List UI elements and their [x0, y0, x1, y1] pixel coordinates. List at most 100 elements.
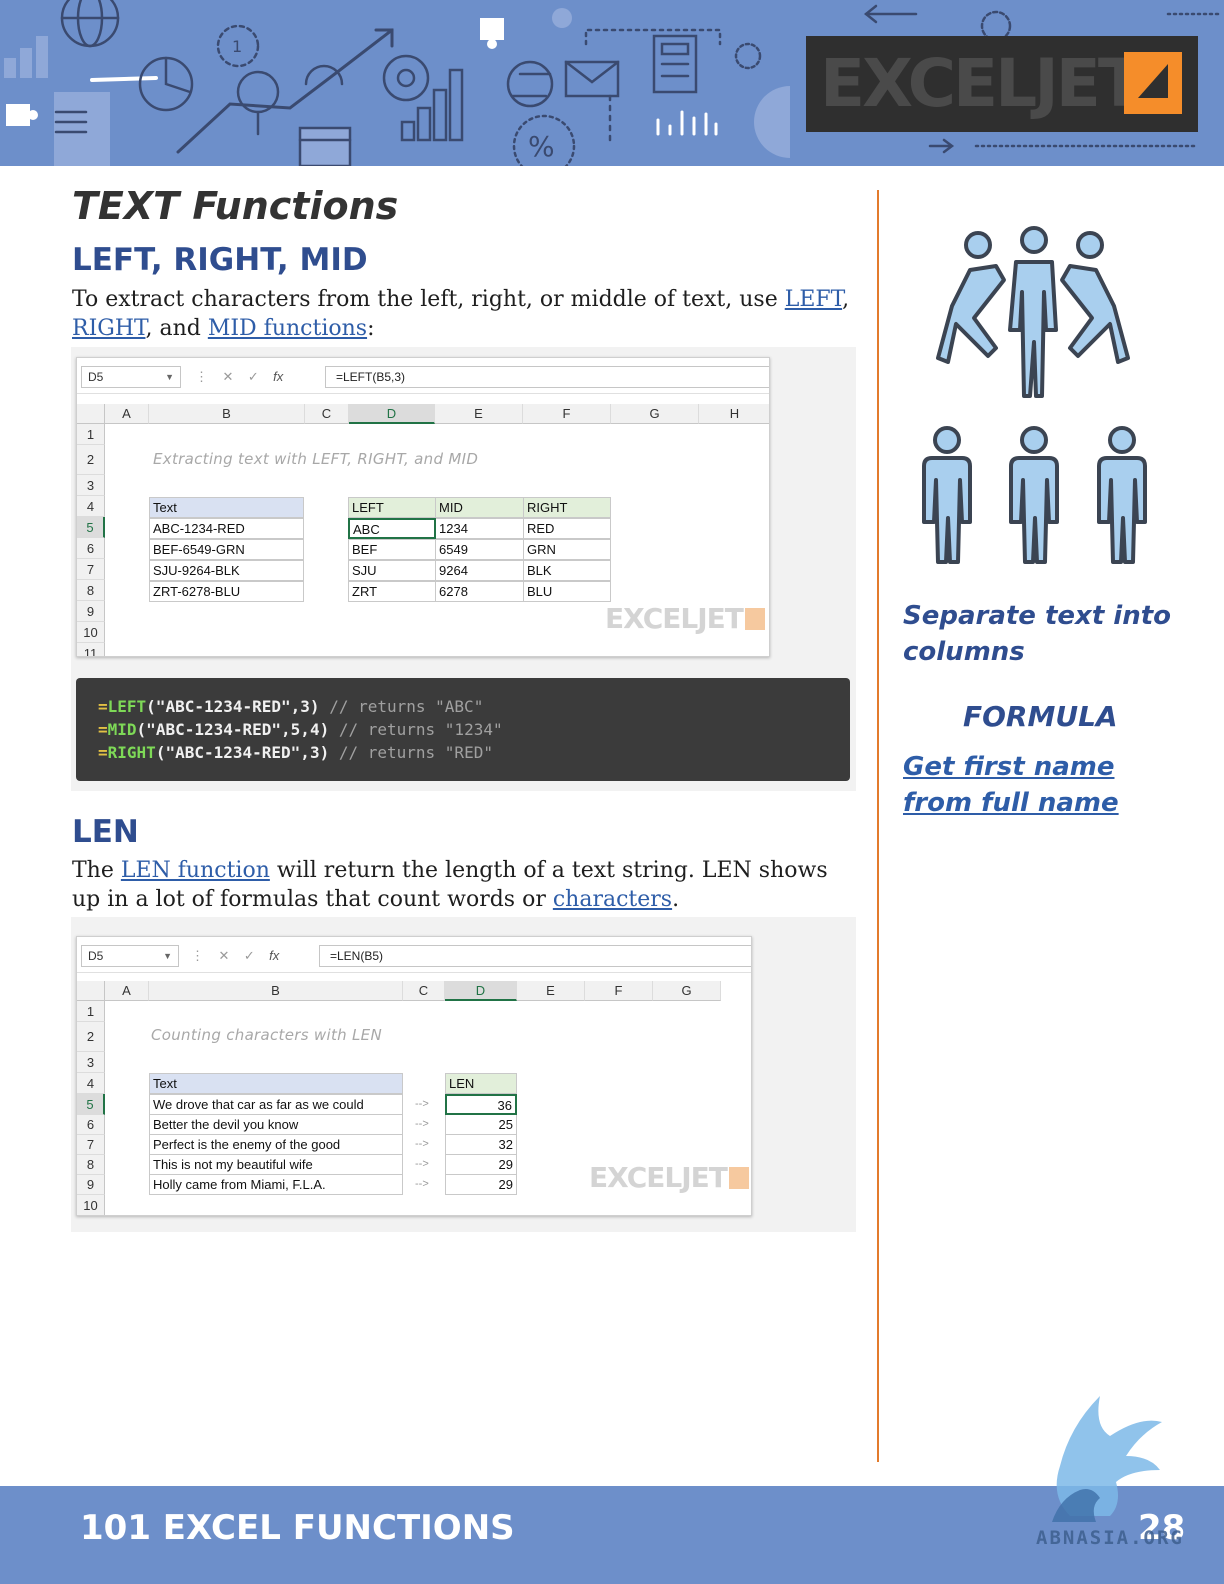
table-cell[interactable]: SJU-9264-BLK [149, 560, 304, 581]
table-cell[interactable]: 6278 [435, 581, 524, 602]
magnifier-icon [236, 70, 280, 136]
row-header[interactable]: 7 [77, 559, 105, 580]
fx-icon[interactable]: fx [269, 948, 279, 963]
col-header-d[interactable]: D [349, 404, 435, 424]
formula-input[interactable]: =LEFT(B5,3) [325, 366, 769, 388]
col-header-g[interactable]: G [653, 981, 721, 1001]
col-header-f[interactable]: F [585, 981, 653, 1001]
row-header[interactable]: 11 [77, 643, 105, 656]
active-cell-d5[interactable]: ABC [348, 518, 436, 539]
row-header[interactable]: 4 [77, 496, 105, 517]
row-header[interactable]: 10 [77, 622, 105, 643]
row-header[interactable]: 10 [77, 1195, 105, 1215]
table-cell[interactable]: SJU [348, 560, 436, 581]
col-header-c[interactable]: C [305, 404, 349, 424]
row-header[interactable]: 3 [77, 1052, 105, 1073]
page-title: TEXT Functions [72, 184, 399, 228]
table-header-len[interactable]: LEN [445, 1073, 517, 1094]
sidebar-formula-label: FORMULA [963, 700, 1118, 733]
col-header-a[interactable]: A [105, 981, 149, 1001]
row-header[interactable]: 9 [77, 601, 105, 622]
small-bars-icon [656, 110, 718, 136]
table-cell[interactable]: We drove that car as far as we could [149, 1094, 403, 1115]
table-cell[interactable]: GRN [523, 539, 611, 560]
col-header-g[interactable]: G [611, 404, 699, 424]
row-header[interactable]: 8 [77, 580, 105, 601]
col-header-c[interactable]: C [403, 981, 445, 1001]
col-header-e[interactable]: E [517, 981, 585, 1001]
row-header[interactable]: 2 [77, 445, 105, 475]
col-header-h[interactable]: H [699, 404, 769, 424]
select-all-corner[interactable] [77, 981, 105, 1001]
link-mid-functions[interactable]: MID functions [208, 316, 367, 341]
row-header[interactable]: 2 [77, 1022, 105, 1052]
table-cell[interactable]: RED [523, 518, 611, 539]
row-header[interactable]: 5 [77, 1094, 105, 1115]
table-header-text[interactable]: Text [149, 1073, 403, 1094]
formula-code-block: =LEFT("ABC-1234-RED",3) // returns "ABC"… [76, 678, 850, 781]
table-header-left[interactable]: LEFT [348, 497, 436, 518]
row-header[interactable]: 5 [77, 517, 105, 538]
table-cell[interactable]: Perfect is the enemy of the good [149, 1134, 403, 1155]
col-header-e[interactable]: E [435, 404, 523, 424]
select-all-corner[interactable] [77, 404, 105, 424]
row-header[interactable]: 7 [77, 1135, 105, 1155]
row-header[interactable]: 1 [77, 1001, 105, 1022]
col-header-b[interactable]: B [149, 404, 305, 424]
name-box[interactable]: D5 ▼ [81, 366, 181, 388]
formula-input[interactable]: =LEN(B5) [319, 945, 751, 967]
fx-icon[interactable]: fx [273, 369, 283, 384]
table-cell[interactable]: 29 [445, 1154, 517, 1175]
trend-arrow-icon [176, 28, 394, 154]
table-header-text[interactable]: Text [149, 497, 304, 518]
arrow-label: --> [415, 1178, 429, 1190]
table-cell[interactable]: 6549 [435, 539, 524, 560]
col-header-a[interactable]: A [105, 404, 149, 424]
table-cell[interactable]: 9264 [435, 560, 524, 581]
exceljet-watermark: EXCELJET [589, 1161, 749, 1194]
row-header[interactable]: 3 [77, 475, 105, 496]
table-cell[interactable]: ABC-1234-RED [149, 518, 304, 539]
col-header-d[interactable]: D [445, 981, 517, 1001]
row-header[interactable]: 6 [77, 1115, 105, 1135]
cancel-icon[interactable]: ✕ [218, 948, 229, 963]
table-cell[interactable]: ZRT-6278-BLU [149, 581, 304, 602]
table-cell[interactable]: 1234 [435, 518, 524, 539]
link-right[interactable]: RIGHT [72, 316, 145, 341]
table-cell[interactable]: ZRT [348, 581, 436, 602]
row-header[interactable]: 9 [77, 1175, 105, 1195]
percent-icon: % [512, 114, 576, 166]
name-box[interactable]: D5 ▼ [81, 945, 179, 967]
table-cell[interactable]: BEF-6549-GRN [149, 539, 304, 560]
table-cell[interactable]: Better the devil you know [149, 1114, 403, 1135]
col-header-f[interactable]: F [523, 404, 611, 424]
table-header-right[interactable]: RIGHT [523, 497, 611, 518]
row-header[interactable]: 6 [77, 538, 105, 559]
row-header[interactable]: 8 [77, 1155, 105, 1175]
pen-icon [90, 76, 158, 82]
code-line: =LEFT("ABC-1234-RED",3) // returns "ABC" [98, 697, 484, 716]
row-header[interactable]: 4 [77, 1073, 105, 1094]
col-header-b[interactable]: B [149, 981, 403, 1001]
link-len-function[interactable]: LEN function [121, 858, 270, 883]
table-cell[interactable]: BLK [523, 560, 611, 581]
row-header[interactable]: 1 [77, 424, 105, 445]
pie-chart-icon [138, 56, 194, 112]
table-cell[interactable]: This is not my beautiful wife [149, 1154, 403, 1175]
sidebar-formula-link[interactable]: Get first name from full name [903, 749, 1119, 821]
enter-icon[interactable]: ✓ [248, 369, 259, 384]
table-cell[interactable]: 25 [445, 1114, 517, 1135]
table-cell[interactable]: BLU [523, 581, 611, 602]
enter-icon[interactable]: ✓ [244, 948, 255, 963]
link-characters[interactable]: characters [553, 887, 672, 912]
link-left[interactable]: LEFT [785, 287, 842, 312]
active-cell-d5[interactable]: 36 [445, 1094, 517, 1115]
table-cell[interactable]: Holly came from Miami, F.L.A. [149, 1174, 403, 1195]
table-cell[interactable]: BEF [348, 539, 436, 560]
cancel-icon[interactable]: ✕ [222, 369, 233, 384]
table-header-mid[interactable]: MID [435, 497, 524, 518]
table-cell[interactable]: 32 [445, 1134, 517, 1155]
section-heading-left-right-mid: LEFT, RIGHT, MID [72, 242, 368, 278]
sheet-title: Extracting text with LEFT, RIGHT, and MI… [153, 450, 479, 468]
table-cell[interactable]: 29 [445, 1174, 517, 1195]
